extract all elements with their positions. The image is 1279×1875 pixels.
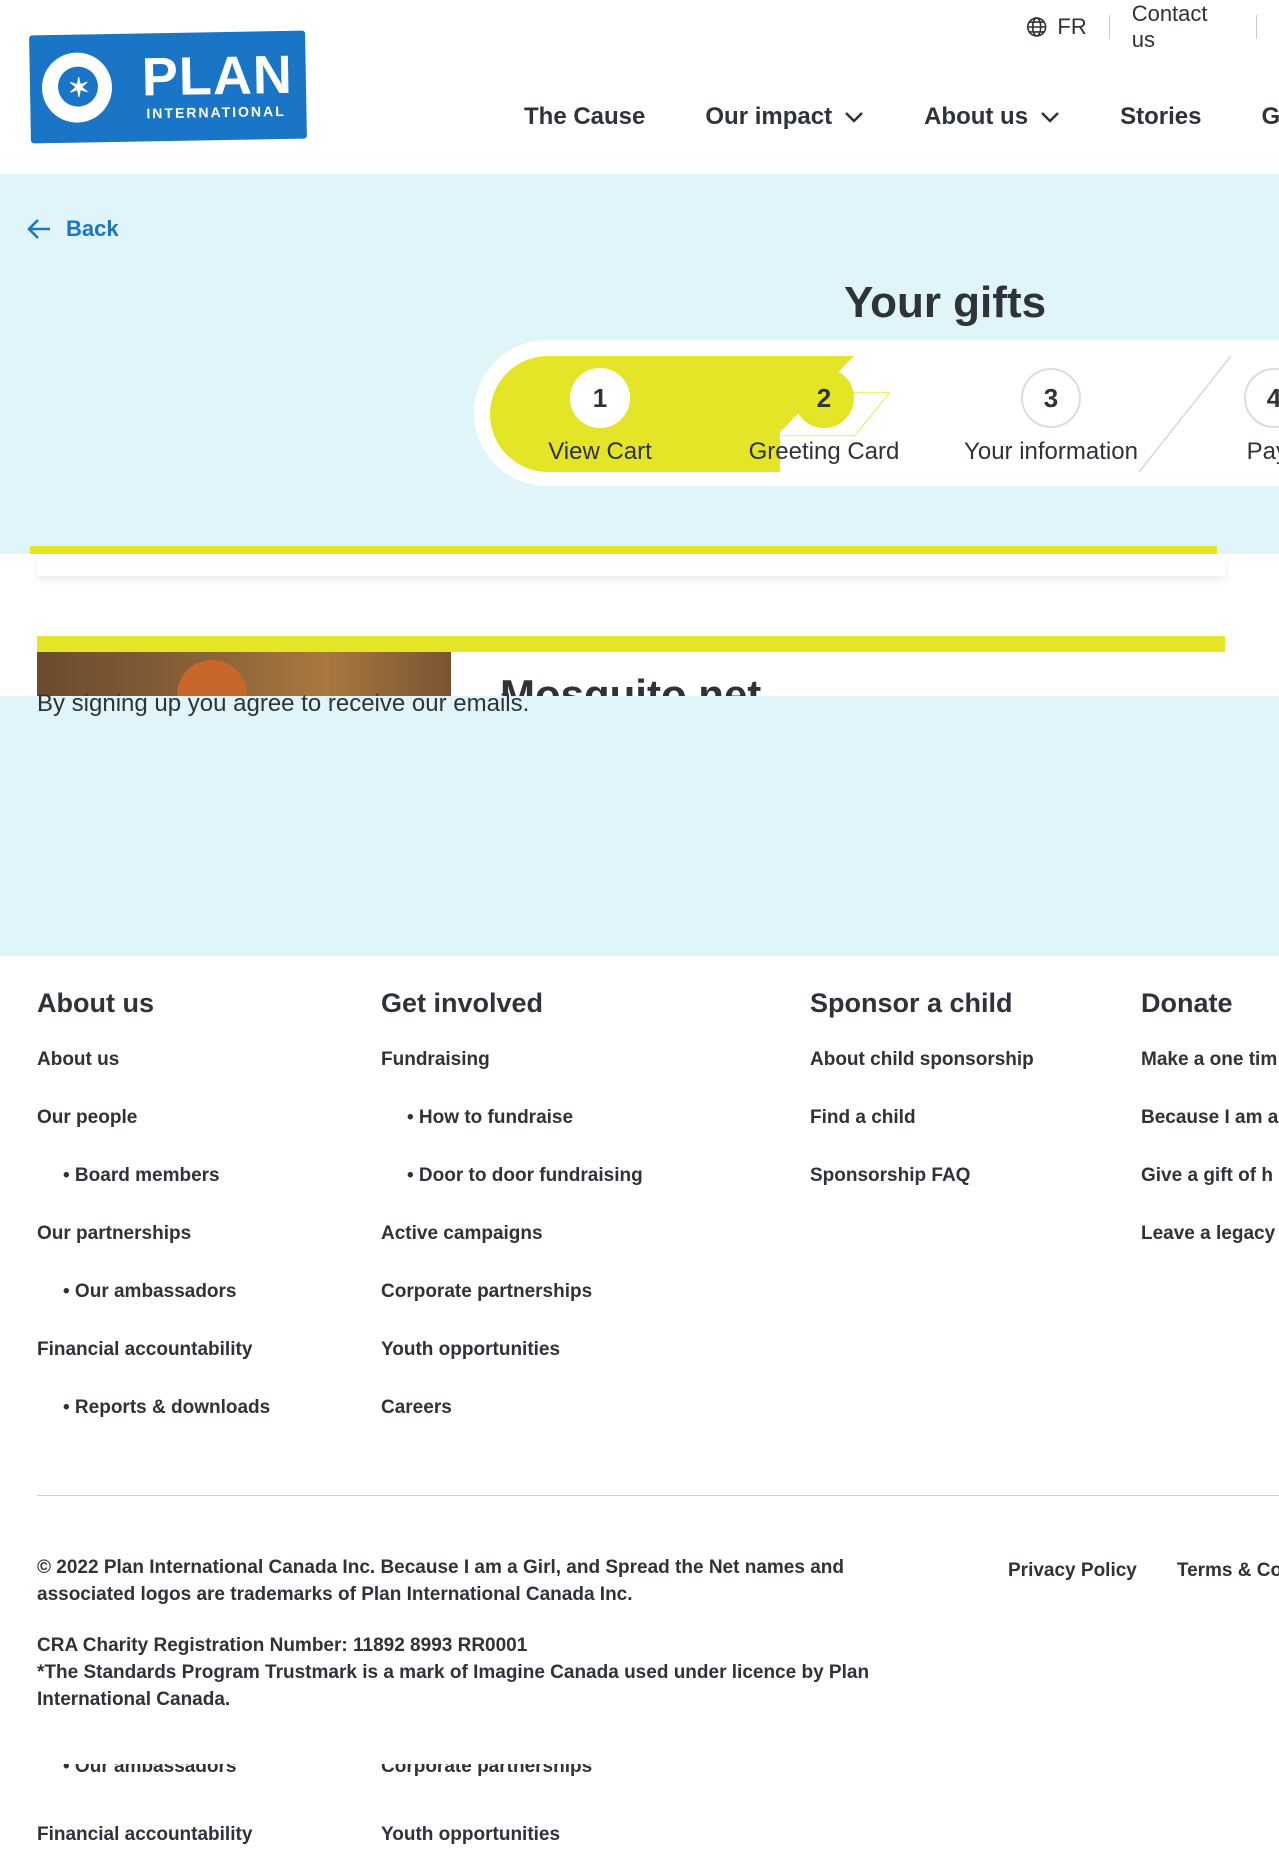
footer-link[interactable]: About us — [37, 1049, 270, 1107]
footer-link[interactable]: • Door to door fundraising — [381, 1165, 643, 1223]
product-accent-bar — [37, 636, 1225, 652]
back-link[interactable]: Back — [26, 216, 119, 242]
plan-international-logo[interactable]: ✶ PLAN INTERNATIONAL — [29, 30, 307, 144]
arrow-left-icon — [27, 219, 50, 239]
footer-link[interactable]: Sponsorship FAQ — [810, 1165, 1034, 1223]
logo-emblem-icon: ✶ — [41, 51, 113, 124]
signup-consent-text: By signing up you agree to receive our e… — [37, 690, 530, 716]
logo-sub: INTERNATIONAL — [146, 102, 286, 122]
footer-link[interactable]: Corporate partnerships — [381, 1764, 592, 1778]
footer-link[interactable]: About child sponsorship — [810, 1049, 1034, 1107]
footer-heading: Get involved — [381, 988, 544, 1018]
footer-link[interactable]: Find a child — [810, 1107, 1034, 1165]
footer-link[interactable]: Give a gift of h — [1141, 1165, 1279, 1223]
torn-edge-decoration — [0, 860, 1279, 956]
footer-link[interactable]: Leave a legacy — [1141, 1223, 1279, 1281]
footer-link[interactable]: Fundraising — [381, 1049, 643, 1107]
contact-link[interactable]: Contact us — [1132, 1, 1234, 53]
footer-link[interactable]: • Our ambassadors — [63, 1764, 237, 1778]
divider — [1108, 15, 1110, 39]
cart-top-bar — [30, 546, 1217, 554]
globe-icon — [1026, 17, 1047, 37]
divider — [1256, 15, 1257, 39]
logo-word: PLAN — [141, 44, 294, 108]
footer-heading: About us — [37, 988, 154, 1018]
terms-link[interactable]: Terms & Co — [1177, 1560, 1279, 1582]
step-greeting-card[interactable]: 2 Greeting Card — [714, 368, 934, 466]
footer-link[interactable]: Corporate partnerships — [381, 1281, 643, 1339]
footer-link[interactable]: • Our ambassadors — [37, 1281, 270, 1339]
footer-duplicate-row: • Our ambassadors Corporate partnerships — [0, 1764, 1279, 1782]
footer-heading: Sponsor a child — [810, 988, 1013, 1018]
nav-get-involved[interactable]: Ge — [1261, 103, 1279, 131]
footer-link[interactable]: Youth opportunities — [381, 1824, 560, 1846]
footer-link[interactable]: • Board members — [37, 1165, 270, 1223]
footer-link[interactable]: Make a one tim — [1141, 1049, 1279, 1107]
legal-text: © 2022 Plan International Canada Inc. Be… — [37, 1554, 917, 1737]
footer-link[interactable]: Because I am a — [1141, 1107, 1279, 1165]
cart-summary-card — [37, 554, 1225, 576]
site-header: ✶ PLAN INTERNATIONAL FR Contact us The C… — [0, 0, 1279, 174]
nav-the-cause[interactable]: The Cause — [524, 103, 645, 131]
checkout-stepper: 1 View Cart 2 Greeting Card 3 Your infor… — [474, 340, 1279, 486]
product-title: Mosquito net — [500, 672, 762, 696]
footer-link[interactable]: Our people — [37, 1107, 270, 1165]
legal-links: Privacy Policy Terms & Co — [1008, 1560, 1279, 1582]
language-toggle[interactable]: FR — [1057, 14, 1086, 40]
footer-link[interactable]: Active campaigns — [381, 1223, 643, 1281]
footer-link[interactable]: • How to fundraise — [381, 1107, 643, 1165]
footer-col-sponsor: Sponsor a child About child sponsorship … — [810, 988, 1034, 1223]
nav-about-us[interactable]: About us — [924, 103, 1060, 131]
nav-stories[interactable]: Stories — [1120, 103, 1201, 131]
footer-col-donate: Donate Make a one tim Because I am a Giv… — [1141, 988, 1279, 1281]
charity-text: CRA Charity Registration Number: 11892 8… — [37, 1635, 870, 1710]
footer-link[interactable]: Youth opportunities — [381, 1339, 643, 1397]
footer-link[interactable]: Financial accountability — [37, 1824, 252, 1846]
chevron-down-icon — [845, 112, 863, 123]
main-nav: The Cause Our impact About us Stories Ge — [524, 103, 1279, 131]
footer-link[interactable]: Careers — [381, 1397, 643, 1455]
footer-link[interactable]: Our partnerships — [37, 1223, 270, 1281]
footer-heading: Donate — [1141, 988, 1233, 1018]
utility-bar: FR Contact us — [1026, 1, 1279, 52]
chevron-down-icon — [1041, 112, 1059, 123]
page-title: Your gifts — [844, 278, 1047, 327]
footer-col-about: About us About us Our people • Board mem… — [37, 988, 270, 1455]
copyright-text: © 2022 Plan International Canada Inc. Be… — [37, 1557, 844, 1605]
footer-col-get-involved: Get involved Fundraising • How to fundra… — [381, 988, 643, 1455]
nav-our-impact[interactable]: Our impact — [705, 103, 864, 131]
privacy-policy-link[interactable]: Privacy Policy — [1008, 1560, 1137, 1582]
step-payment[interactable]: 4 Payn — [1164, 368, 1279, 466]
footer-link[interactable]: Financial accountability — [37, 1339, 270, 1397]
footer-link[interactable]: • Reports & downloads — [37, 1397, 270, 1455]
step-view-cart[interactable]: 1 View Cart — [490, 368, 710, 466]
step-your-information[interactable]: 3 Your information — [941, 368, 1161, 466]
footer-divider — [37, 1495, 1279, 1496]
